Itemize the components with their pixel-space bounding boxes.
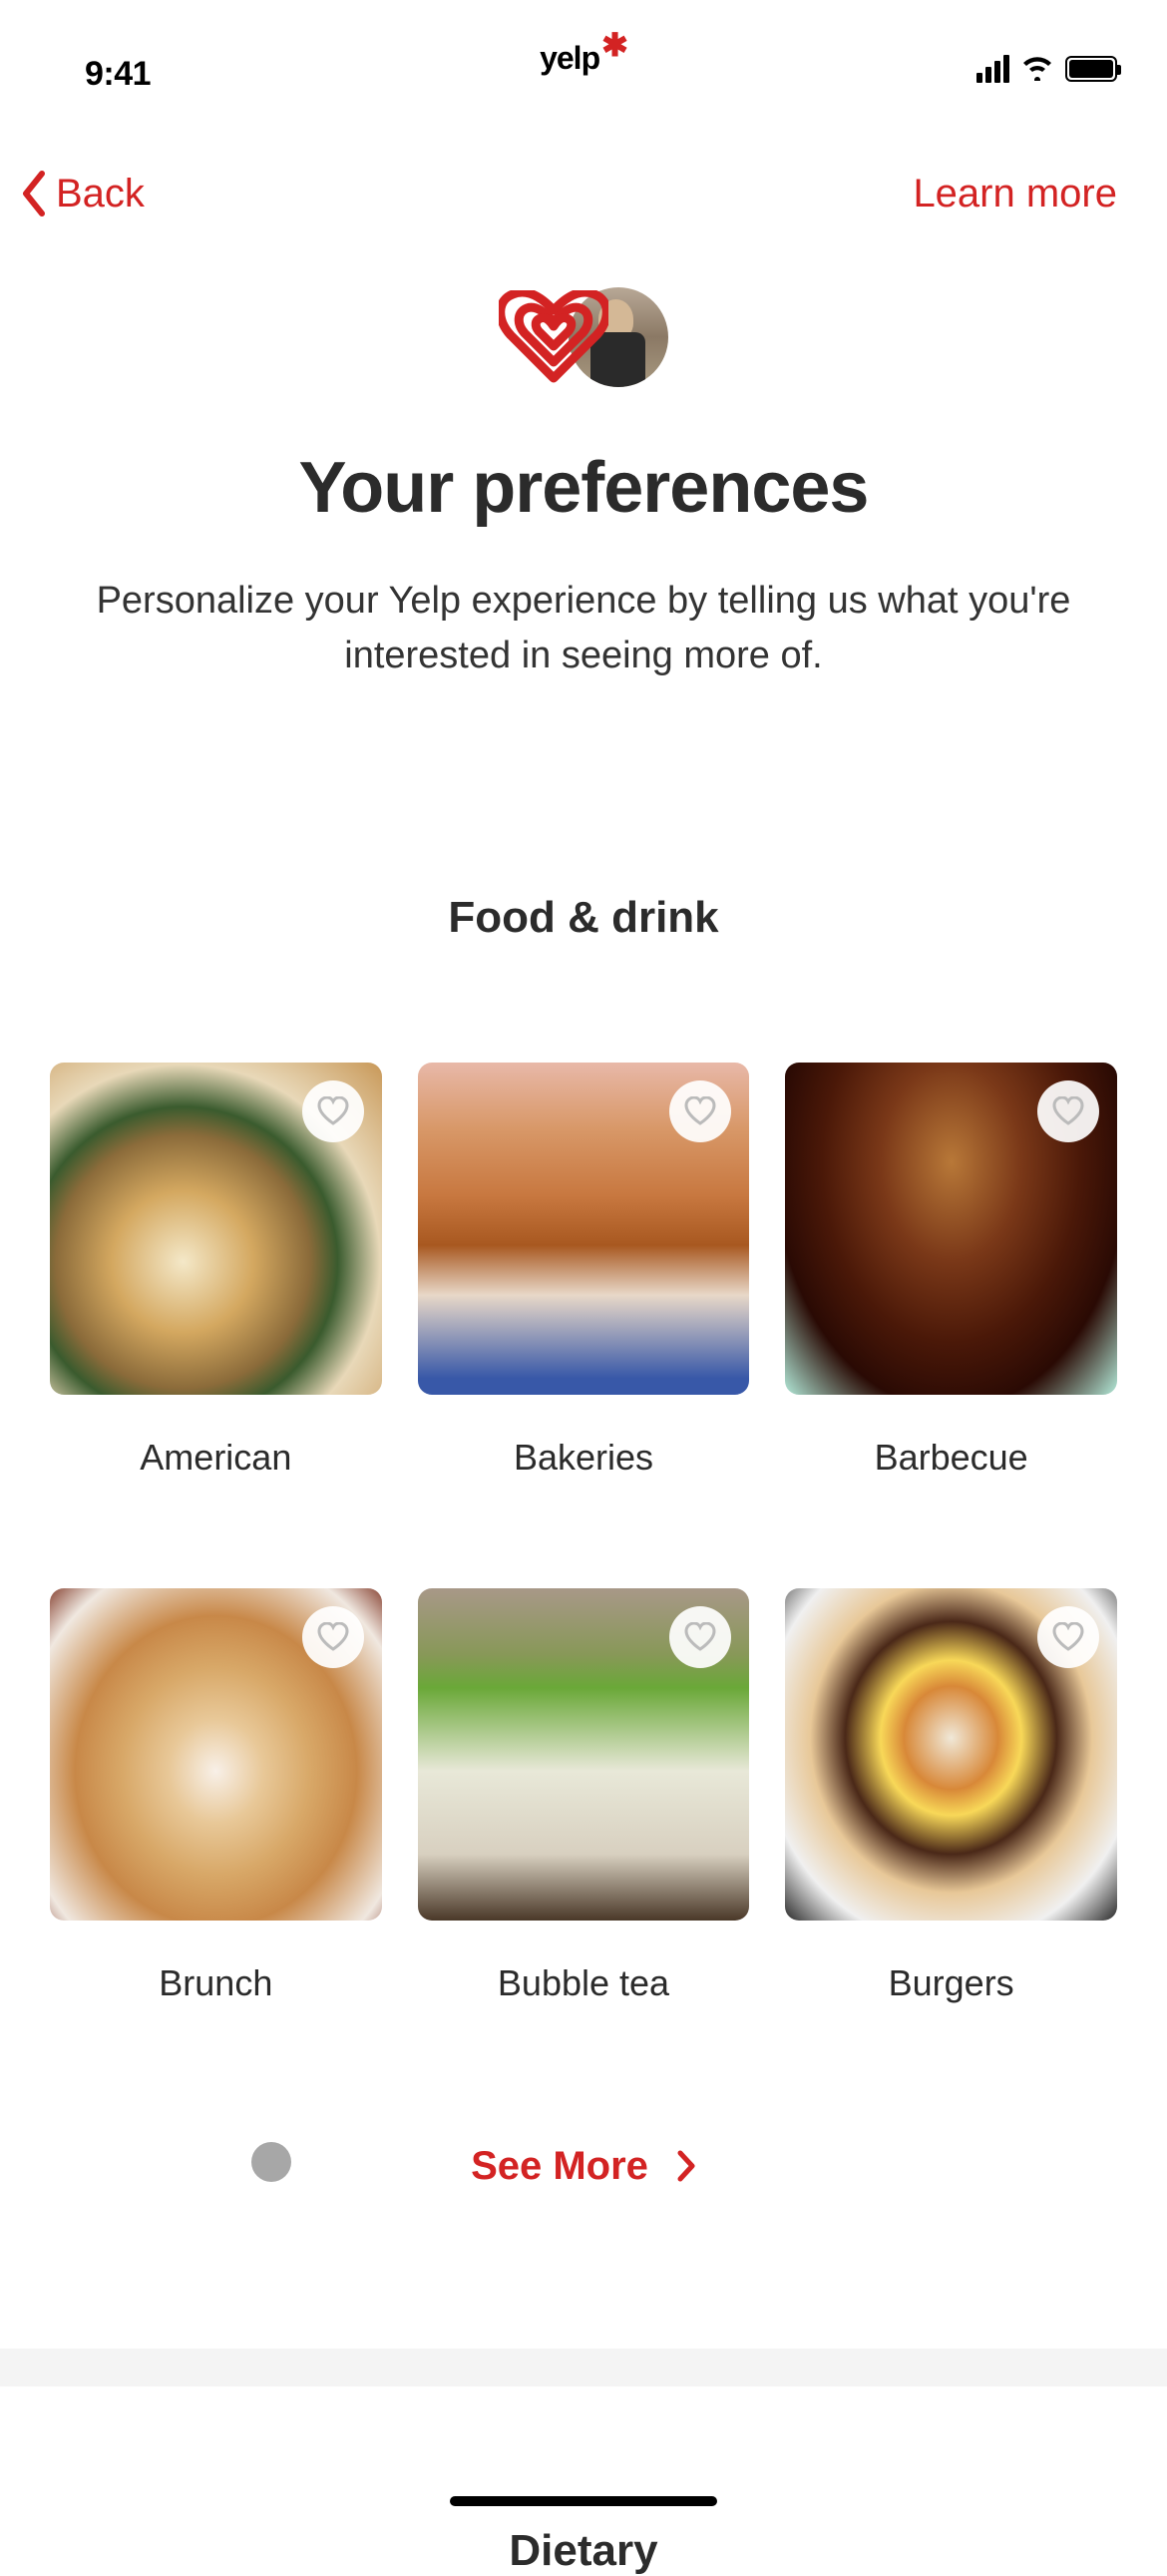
- favorite-toggle[interactable]: [1037, 1606, 1099, 1668]
- chevron-left-icon: [20, 170, 48, 217]
- pref-image: [785, 1588, 1117, 1921]
- pref-image: [418, 1063, 750, 1395]
- favorite-toggle[interactable]: [1037, 1080, 1099, 1142]
- page-title: Your preferences: [0, 447, 1167, 529]
- pref-card-bubble-tea[interactable]: Bubble tea: [418, 1588, 750, 2004]
- preferences-heart-icon: [499, 290, 608, 385]
- yelp-burst-icon: ✱: [601, 26, 627, 64]
- pref-image: [418, 1588, 750, 1921]
- pref-image: [50, 1063, 382, 1395]
- favorite-toggle[interactable]: [302, 1606, 364, 1668]
- chevron-right-icon: [676, 2149, 696, 2183]
- nav-bar: Back Learn more: [0, 100, 1167, 257]
- pref-card-american[interactable]: American: [50, 1063, 382, 1479]
- back-label: Back: [56, 172, 145, 216]
- pref-card-bakeries[interactable]: Bakeries: [418, 1063, 750, 1479]
- pref-card-burgers[interactable]: Burgers: [785, 1588, 1117, 2004]
- section-title-dietary: Dietary: [0, 2526, 1167, 2576]
- back-button[interactable]: Back: [20, 170, 145, 217]
- pref-card-barbecue[interactable]: Barbecue: [785, 1063, 1117, 1479]
- see-more-button[interactable]: See More: [0, 2144, 1167, 2189]
- pref-label: Brunch: [50, 1962, 382, 2004]
- preferences-grid: American Bakeries Barbecue Brunch: [0, 1063, 1167, 2003]
- touch-indicator: [251, 2142, 291, 2182]
- pref-label: Bubble tea: [418, 1962, 750, 2004]
- battery-icon: [1065, 56, 1117, 82]
- section-title-food-drink: Food & drink: [0, 893, 1167, 943]
- pref-image: [50, 1588, 382, 1921]
- pref-card-brunch[interactable]: Brunch: [50, 1588, 382, 2004]
- cellular-icon: [976, 55, 1009, 83]
- status-bar: 9:41 yelp ✱: [0, 0, 1167, 100]
- favorite-toggle[interactable]: [302, 1080, 364, 1142]
- page-subtitle: Personalize your Yelp experience by tell…: [80, 574, 1087, 683]
- heart-outline-icon: [683, 1622, 717, 1652]
- pref-label: American: [50, 1437, 382, 1479]
- pref-label: Burgers: [785, 1962, 1117, 2004]
- wifi-icon: [1021, 57, 1053, 81]
- favorite-toggle[interactable]: [669, 1606, 731, 1668]
- heart-outline-icon: [1051, 1622, 1085, 1652]
- heart-outline-icon: [683, 1096, 717, 1126]
- learn-more-link[interactable]: Learn more: [913, 172, 1147, 216]
- pref-label: Barbecue: [785, 1437, 1117, 1479]
- see-more-label: See More: [471, 2144, 648, 2189]
- status-indicators: [976, 55, 1117, 83]
- heart-outline-icon: [316, 1622, 350, 1652]
- hero-badge: [0, 287, 1167, 387]
- pref-label: Bakeries: [418, 1437, 750, 1479]
- pref-image: [785, 1063, 1117, 1395]
- yelp-logo: yelp ✱: [540, 40, 627, 77]
- yelp-logo-text: yelp: [540, 40, 599, 77]
- heart-outline-icon: [316, 1096, 350, 1126]
- section-divider: [0, 2349, 1167, 2386]
- status-time: 9:41: [85, 55, 151, 94]
- home-indicator[interactable]: [450, 2496, 717, 2506]
- heart-outline-icon: [1051, 1096, 1085, 1126]
- favorite-toggle[interactable]: [669, 1080, 731, 1142]
